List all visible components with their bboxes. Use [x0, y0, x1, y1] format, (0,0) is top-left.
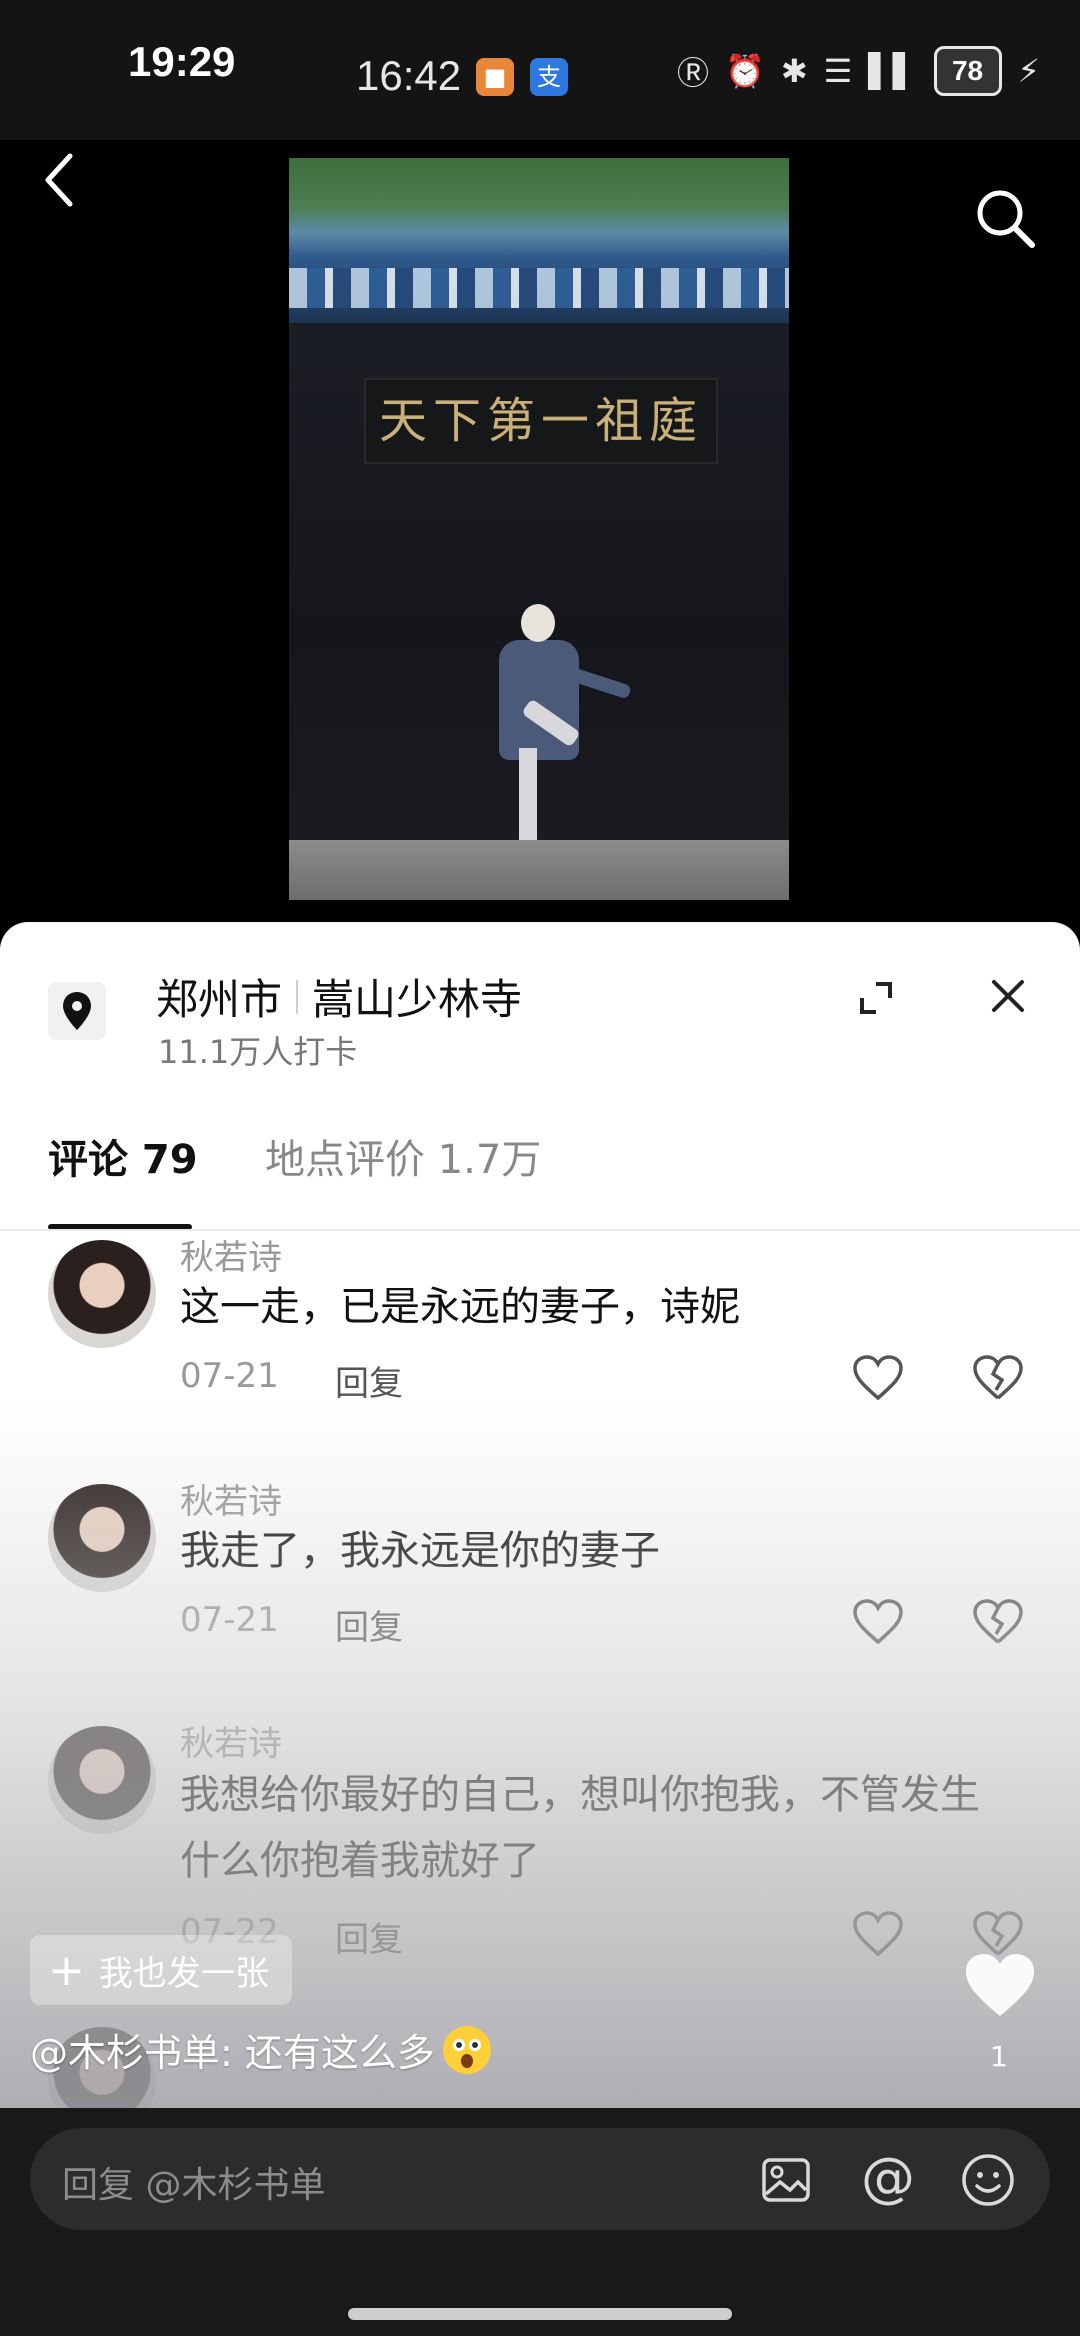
mention-bubble[interactable]: @木杉书单: 还有这么多: [30, 2022, 493, 2077]
home-indicator[interactable]: [348, 2308, 732, 2320]
comment-text: 我想给你最好的自己，想叫你抱我，不管发生什么你抱着我就好了: [180, 1772, 980, 1884]
close-icon[interactable]: [990, 978, 1026, 1014]
tab-comments[interactable]: 评论 79: [48, 1127, 198, 1185]
stone-steps: [289, 840, 789, 900]
alipay-badge-icon: 支: [530, 58, 568, 96]
avatar[interactable]: [48, 1726, 156, 1834]
system-icons: Ⓡ ⏰ ✱ ☰ ▌▌ 78 ⚡: [677, 46, 1040, 96]
post-photo-label: 我也发一张: [98, 1953, 269, 1994]
float-heart-icon[interactable]: [962, 1950, 1038, 2020]
comment-author[interactable]: 秋若诗: [180, 1230, 282, 1279]
comment-date: 07-21: [180, 1356, 279, 1396]
reply-input-bar: 回复 @木杉书单 @: [0, 2108, 1080, 2336]
heart-icon[interactable]: [852, 1354, 904, 1402]
heart-icon[interactable]: [852, 1598, 904, 1646]
monk-leg: [519, 748, 537, 848]
emoji-icon[interactable]: [960, 2152, 1016, 2208]
signal-icon: ▌▌: [868, 52, 918, 90]
reply-button[interactable]: 回复: [335, 1600, 403, 1649]
alarm-icon: ⏰: [724, 52, 765, 90]
status-time-outer: 19:29: [128, 38, 236, 85]
eave-pattern: [289, 268, 789, 308]
like-count: 1: [990, 2040, 1008, 2073]
monk-head: [521, 604, 555, 642]
comment-text: 我走了，我永远是你的妻子: [180, 1528, 660, 1574]
broken-heart-icon[interactable]: [972, 1354, 1024, 1402]
tab-place-reviews[interactable]: 地点评价 1.7万: [265, 1127, 541, 1185]
comment-date: 07-21: [180, 1600, 279, 1640]
bluetooth-icon: ✱: [780, 52, 808, 90]
reply-input-placeholder: 回复 @木杉书单: [62, 2165, 326, 2206]
status-bar: 19:29 16:42 ■ 支 Ⓡ ⏰ ✱ ☰ ▌▌ 78 ⚡: [0, 0, 1080, 140]
comment-author[interactable]: 秋若诗: [180, 1474, 282, 1523]
avatar[interactable]: [48, 1484, 156, 1592]
chat-badge-icon: ■: [476, 58, 514, 96]
location-photo[interactable]: 天下第一祖庭: [289, 158, 789, 900]
mention-text: @木杉书单: 还有这么多: [30, 2031, 435, 2075]
avatar[interactable]: [48, 1240, 156, 1348]
reply-button[interactable]: 回复: [335, 1912, 403, 1961]
wifi-icon: ☰: [823, 52, 853, 90]
location-title[interactable]: 郑州市 嵩山少林寺: [156, 966, 522, 1027]
battery-icon: 78: [933, 46, 1002, 96]
comment-text: 这一走，已是永远的妻子，诗妮: [180, 1284, 740, 1330]
checkin-count: 11.1万人打卡: [158, 1033, 358, 1071]
plus-icon: +: [48, 1944, 85, 1996]
search-icon[interactable]: [972, 185, 1038, 251]
charging-icon: ⚡: [1017, 52, 1040, 90]
status-time-inner: 16:42: [356, 52, 462, 99]
mention-at-icon[interactable]: @: [858, 2148, 918, 2208]
tab-divider: [0, 1229, 1080, 1231]
expand-icon[interactable]: [856, 978, 896, 1018]
broken-heart-icon[interactable]: [972, 1598, 1024, 1646]
post-photo-button[interactable]: + 我也发一张: [30, 1935, 292, 2005]
location-pin-icon: [48, 982, 106, 1040]
back-icon[interactable]: [40, 150, 80, 210]
nfc-icon: Ⓡ: [676, 54, 709, 92]
comment-author[interactable]: 秋若诗: [180, 1716, 282, 1765]
title-separator: [296, 979, 299, 1014]
temple-plaque: 天下第一祖庭: [364, 378, 718, 464]
image-icon[interactable]: [760, 2154, 812, 2206]
reply-button[interactable]: 回复: [335, 1356, 403, 1405]
reply-input[interactable]: 回复 @木杉书单 @: [30, 2128, 1050, 2230]
location-city[interactable]: 郑州市: [156, 966, 282, 1027]
location-place[interactable]: 嵩山少林寺: [312, 966, 522, 1027]
surprised-emoji-icon: [442, 2025, 491, 2074]
heart-icon[interactable]: [852, 1910, 904, 1958]
